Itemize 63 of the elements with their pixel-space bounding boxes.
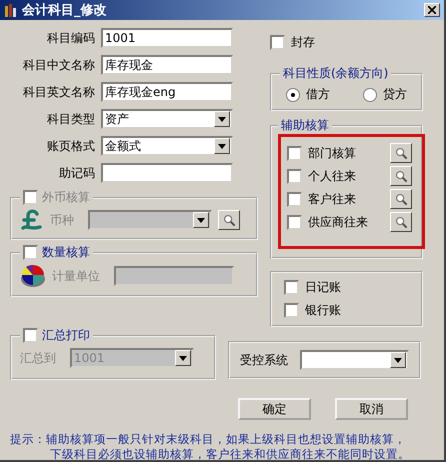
field-label: 计量单位 (52, 268, 100, 284)
field-label: 汇总到 (20, 350, 56, 366)
group-title: 科目性质(余额方向) (283, 65, 388, 82)
checkbox[interactable] (287, 168, 302, 184)
field-label: 账页格式 (46, 138, 95, 154)
checkbox-label: 部门核算 (308, 144, 356, 162)
input-field[interactable]: 库存现金eng (101, 82, 233, 102)
search-button[interactable] (390, 189, 412, 209)
radio-label: 借方 (306, 86, 330, 103)
dialog-button[interactable]: 取消 (335, 398, 408, 420)
checkbox-label: 供应商往来 (308, 214, 368, 230)
search-button[interactable] (390, 143, 412, 163)
group-title: 汇总打印 (42, 327, 90, 344)
search-icon (394, 192, 408, 206)
checkbox[interactable] (270, 35, 285, 50)
input-field[interactable] (114, 266, 234, 286)
field-label: 受控系统 (240, 352, 288, 368)
field-label: 助记码 (58, 164, 95, 182)
group-title: 辅助核算 (281, 117, 329, 134)
input-field[interactable]: 库存现金 (101, 55, 233, 75)
field-label: 科目编码 (46, 30, 95, 46)
checkbox-label: 日记账 (305, 279, 341, 296)
hint-text: 提示：辅助核算项一般只针对末级科目，如果上级科目也想设置辅助核算， (10, 432, 407, 447)
checkbox[interactable] (284, 303, 299, 318)
radio-label: 贷方 (383, 86, 407, 103)
checkbox[interactable] (23, 245, 38, 260)
close-icon (428, 6, 436, 14)
pound-icon (20, 208, 44, 232)
search-button[interactable] (218, 210, 240, 230)
checkbox[interactable] (287, 192, 302, 206)
app-icon (4, 2, 18, 18)
search-button[interactable] (390, 212, 412, 232)
hint-text: 下级科目必须也设辅助核算，客户往来和供应商往来不能同时设置。 (49, 447, 411, 460)
pie-chart-icon (20, 263, 46, 289)
dropdown[interactable]: 金额式 (101, 136, 233, 156)
group-title: 外币核算 (42, 189, 90, 206)
checkbox[interactable] (287, 214, 302, 230)
radio-button[interactable] (363, 88, 377, 102)
field-label: 科目中文名称 (22, 56, 95, 74)
close-button[interactable] (424, 3, 440, 17)
checkbox[interactable] (23, 328, 38, 343)
search-icon (394, 170, 408, 182)
checkbox[interactable] (287, 146, 302, 160)
checkbox-label: 个人往来 (308, 168, 356, 184)
field-label: 科目英文名称 (22, 84, 95, 100)
dropdown[interactable]: 资产 (101, 109, 233, 129)
input-field[interactable] (101, 163, 233, 183)
dialog-button[interactable]: 确定 (238, 398, 311, 420)
radio-button[interactable] (286, 88, 300, 102)
checkbox-label: 客户往来 (308, 190, 356, 208)
search-button[interactable] (390, 166, 412, 186)
checkbox[interactable] (284, 280, 299, 295)
window-title: 会计科目_修改 (22, 2, 108, 19)
checkbox-label: 封存 (291, 34, 315, 51)
search-icon (222, 214, 236, 226)
input-field[interactable]: 1001 (101, 28, 233, 48)
field-label: 币种 (50, 212, 74, 228)
search-icon (394, 146, 408, 160)
search-icon (394, 216, 408, 228)
group-title: 数量核算 (42, 244, 90, 261)
dropdown[interactable] (300, 350, 409, 370)
field-label: 科目类型 (46, 110, 95, 128)
checkbox-label: 银行账 (305, 302, 341, 319)
